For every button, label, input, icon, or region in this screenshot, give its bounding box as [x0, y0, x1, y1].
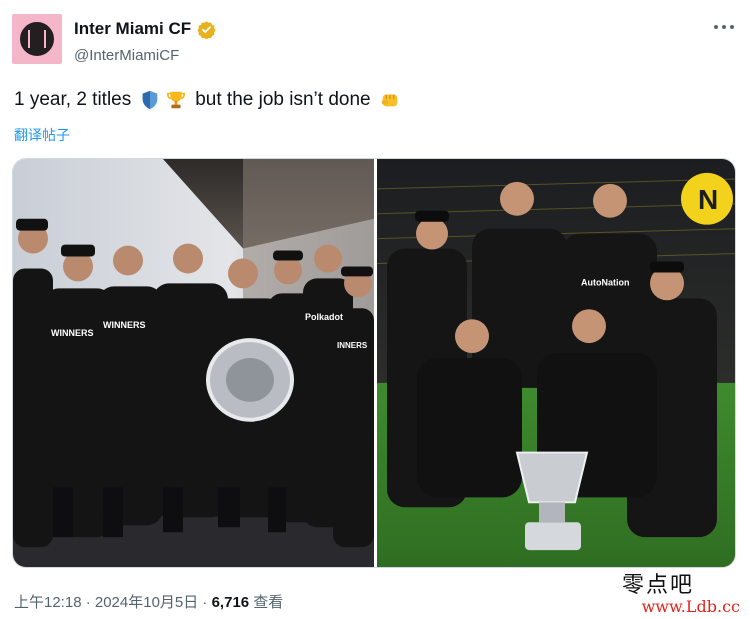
watermark-url: www.Ldb.cc [641, 597, 740, 616]
trophy-icon [167, 91, 186, 109]
inter-miami-crest-icon [18, 20, 56, 58]
author-name-row: Inter Miami CF [74, 19, 216, 39]
views-count: 6,716 [211, 594, 250, 611]
locker-room-photo-graphic: WINNERS WINNERS Polkadot INNERS [13, 159, 374, 567]
translate-post-link[interactable]: 翻译帖子 [14, 125, 70, 145]
watermark-chinese: 零点吧 [621, 573, 694, 598]
more-options-icon[interactable] [712, 20, 736, 34]
photo-stadium[interactable]: N AutoNation [377, 159, 735, 567]
author-display-name[interactable]: Inter Miami CF [74, 19, 191, 39]
left-shirt-text-1: WINNERS [103, 320, 145, 330]
author-handle[interactable]: @InterMiamiCF [74, 47, 179, 64]
tweet-timestamp[interactable]: 上午12:18 · 2024年10月5日 · [14, 594, 212, 611]
left-shirt-text-3: Polkadot [305, 312, 343, 322]
verified-badge-icon [197, 20, 216, 39]
right-shirt-sponsor: AutoNation [581, 277, 629, 287]
photo-locker-room[interactable]: WINNERS WINNERS Polkadot INNERS [13, 159, 374, 567]
left-shirt-text-4: INNERS [337, 341, 367, 350]
tweet-meta: 上午12:18 · 2024年10月5日 · 6,716 查看 [14, 591, 283, 612]
stadium-photo-graphic: N AutoNation [377, 159, 735, 567]
tweet-text-part2: but the job isn’t done [195, 89, 371, 110]
views-label: 查看 [249, 594, 284, 611]
tweet-text: 1 year, 2 titles but the job isn’t done [14, 89, 403, 111]
fist-icon [381, 94, 397, 107]
tweet-media[interactable]: WINNERS WINNERS Polkadot INNERS N AutoNa… [12, 158, 736, 568]
stadium-sign-text: N [698, 184, 718, 215]
avatar[interactable] [12, 14, 62, 64]
shield-icon [142, 90, 158, 110]
tweet-text-part1: 1 year, 2 titles [14, 89, 132, 110]
left-shirt-text-2: WINNERS [51, 328, 93, 338]
